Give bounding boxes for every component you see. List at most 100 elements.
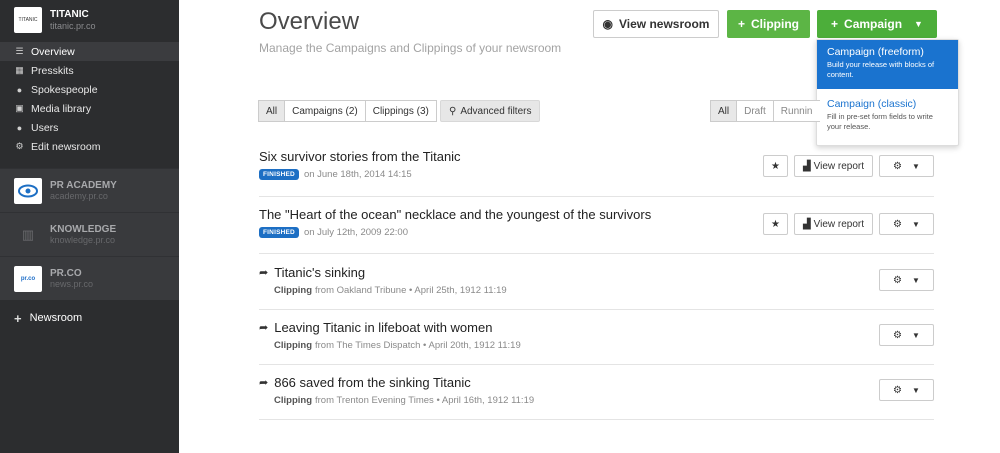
campaign-classic-option[interactable]: Campaign (classic) Fill in pre-set form … [817,89,958,138]
status-badge: FINISHED [259,227,299,238]
status-badge: FINISHED [259,169,299,180]
settings-dropdown-button[interactable]: ⚙ ▼ [879,269,934,291]
settings-dropdown-button[interactable]: ⚙ ▼ [879,213,934,235]
item-title[interactable]: Titanic's sinking [274,265,365,280]
plus-icon: + [14,310,22,326]
filter-clippings[interactable]: Clippings (3) [364,100,437,122]
item-meta: from Trenton Evening Times • April 16th,… [315,395,535,406]
sidebar-item-overview[interactable]: ☰ Overview [0,42,179,61]
page-title: Overview [259,8,360,35]
newsroom-url: academy.pr.co [50,191,108,202]
option-title: Campaign (classic) [827,98,917,110]
caret-down-icon: ▼ [912,385,920,395]
image-icon: ▣ [15,103,24,113]
newsroom-name: PR ACADEMY [50,179,117,191]
list-icon: ☰ [15,46,24,56]
item-title[interactable]: 866 saved from the sinking Titanic [274,375,471,390]
star-icon: ★ [771,160,780,172]
list-item[interactable]: ➦ Titanic's sinking Clipping from Oakland … [259,265,934,310]
type-filter: All Campaigns (2) Clippings (3) [258,100,437,122]
item-meta: from The Times Dispatch • April 20th, 19… [315,340,521,351]
star-icon: ★ [771,218,780,230]
view-newsroom-button[interactable]: ◉ View newsroom [593,10,719,38]
list-item[interactable]: ➦ Leaving Titanic in lifeboat with women … [259,320,934,365]
view-report-button[interactable]: ▟ View report [794,213,873,235]
prco-logo: pr.co [14,265,42,292]
chart-icon: ▟ [802,218,811,230]
caret-down-icon: ▼ [912,161,920,171]
newsroom-name: KNOWLEDGE [50,223,117,235]
list-item[interactable]: ➦ 866 saved from the sinking Titanic Clip… [259,375,934,420]
view-newsroom-label: View newsroom [619,17,710,31]
list-item[interactable]: The "Heart of the ocean" necklace and th… [259,207,934,254]
eye-icon: ◉ [602,17,613,31]
star-button[interactable]: ★ [763,155,788,177]
item-title[interactable]: Leaving Titanic in lifeboat with women [274,320,492,335]
status-all[interactable]: All [710,100,738,122]
item-meta: from Oakland Tribune • April 25th, 1912 … [315,285,507,296]
filter-all[interactable]: All [258,100,286,122]
status-running[interactable]: Runnin [772,100,820,122]
clipping-label: Clipping [751,17,799,31]
settings-dropdown-button[interactable]: ⚙ ▼ [879,324,934,346]
sidebar-item-presskits[interactable]: ▦ Presskits [0,61,179,80]
sidebar-item-label: Presskits [31,64,74,77]
campaign-freeform-option[interactable]: Campaign (freeform) Build your release w… [817,40,958,89]
star-button[interactable]: ★ [763,213,788,235]
sidebar-item-label: Overview [31,45,75,58]
add-campaign-button[interactable]: + Campaign ▼ [817,10,937,38]
grid-icon: ▦ [15,65,24,75]
gear-icon: ⚙ [893,218,903,230]
gear-icon: ⚙ [893,329,903,341]
page-subtitle: Manage the Campaigns and Clippings of yo… [259,41,562,55]
item-kind: Clipping [274,395,312,406]
gear-icon: ⚙ [15,141,24,151]
share-arrow-icon: ➦ [259,322,269,334]
add-newsroom-button[interactable]: + Newsroom [0,300,179,336]
newsroom-switch-knowledge[interactable]: ▥ KNOWLEDGE knowledge.pr.co [0,212,179,256]
sidebar-item-label: Users [31,121,59,134]
filter-campaigns[interactable]: Campaigns (2) [284,100,366,122]
share-arrow-icon: ➦ [259,267,269,279]
pr-academy-logo [14,177,42,204]
view-report-button[interactable]: ▟ View report [794,155,873,177]
settings-dropdown-button[interactable]: ⚙ ▼ [879,155,934,177]
option-title: Campaign (freeform) [827,46,924,58]
view-report-label: View report [813,160,865,172]
advanced-filters-button[interactable]: ⚲ Advanced filters [440,100,541,122]
plus-icon: + [831,17,839,31]
campaign-label: Campaign [844,17,903,31]
item-kind: Clipping [274,340,312,351]
advanced-filters-label: Advanced filters [460,105,532,117]
titanic-logo: TITANIC [14,7,42,33]
gear-icon: ⚙ [893,160,903,172]
sidebar-item-label: Media library [31,102,92,115]
newsroom-url: news.pr.co [50,279,94,290]
caret-down-icon: ▼ [912,275,920,285]
sidebar-item-media-library[interactable]: ▣ Media library [0,99,179,118]
view-report-label: View report [813,218,865,230]
add-clipping-button[interactable]: + Clipping [727,10,810,38]
newsroom-url: titanic.pr.co [50,20,96,31]
list-item[interactable]: Six survivor stories from the Titanic FI… [259,149,934,197]
item-meta: on June 18th, 2014 14:15 [303,169,412,180]
status-draft[interactable]: Draft [736,100,774,122]
caret-down-icon: ▼ [912,219,920,229]
sidebar-item-edit-newsroom[interactable]: ⚙ Edit newsroom [0,137,179,156]
newsroom-switch-prco[interactable]: pr.co PR.CO news.pr.co [0,256,179,300]
user-icon: ● [16,84,23,95]
share-arrow-icon: ➦ [259,377,269,389]
chart-icon: ▟ [802,160,811,172]
sidebar-item-label: Edit newsroom [31,140,101,153]
newsroom-switch-pr-academy[interactable]: PR ACADEMY academy.pr.co [0,168,179,212]
status-filter: All Draft Runnin [710,100,820,122]
newsroom-name: PR.CO [50,267,82,279]
settings-dropdown-button[interactable]: ⚙ ▼ [879,379,934,401]
add-newsroom-label: Newsroom [29,312,83,324]
newsroom-name: TITANIC [50,9,89,21]
users-icon: ● [16,122,23,133]
sidebar-item-users[interactable]: ● Users [0,118,179,137]
sidebar-item-spokespeople[interactable]: ● Spokespeople [0,80,179,99]
caret-down-icon: ▼ [912,330,920,340]
current-newsroom[interactable]: TITANIC TITANIC titanic.pr.co [0,0,179,40]
